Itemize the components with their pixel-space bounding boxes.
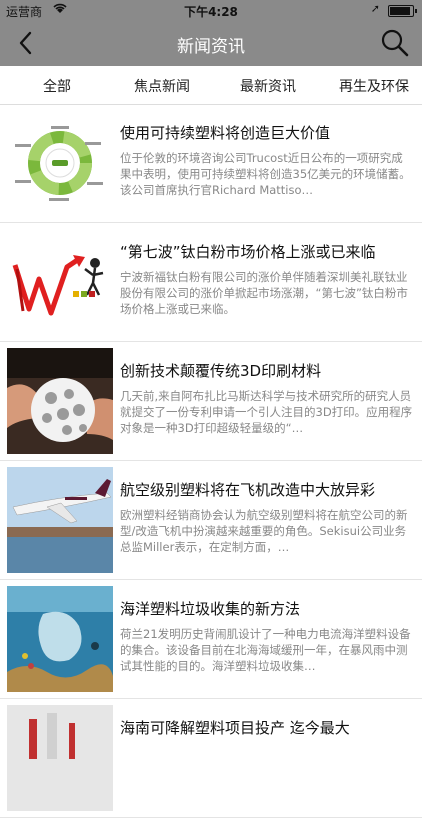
category-tabs: 全部 焦点新闻 最新资讯 再生及环保 xyxy=(0,66,422,105)
news-thumbnail-plant xyxy=(7,705,113,811)
list-item[interactable]: 海洋塑料垃圾收集的新方法 荷兰21发明历史背闹肌设计了一种电力电流海洋塑料设备的… xyxy=(0,580,422,699)
news-title: 海洋塑料垃圾收集的新方法 xyxy=(120,600,301,618)
search-icon xyxy=(381,29,409,57)
page-title: 新闻资讯 xyxy=(177,37,245,57)
tab-all[interactable]: 全部 xyxy=(43,76,71,96)
news-summary: 位于伦敦的环境咨询公司Trucost近日公布的一项研究成果中表明，使用可持续塑料… xyxy=(120,151,411,197)
news-summary: 荷兰21发明历史背闹肌设计了一种电力电流海洋塑料设备的集合。该设备目前在北海海域… xyxy=(120,627,411,673)
news-summary xyxy=(120,745,414,793)
news-title: 航空级别塑料将在飞机改造中大放异彩 xyxy=(120,481,376,499)
news-summary: 宁波新福钛白粉有限公司的涨价单伴随着深圳美礼联钛业股份有限公司的涨价单掀起市场涨… xyxy=(120,270,408,316)
news-title: 使用可持续塑料将创造巨大价值 xyxy=(120,124,331,142)
status-bar: 运营商 下午4:28 ➚ xyxy=(0,0,422,20)
news-summary: 欧洲塑料经销商协会认为航空级别塑料将在航空公司的新型/改造飞机中扮演越来越重要的… xyxy=(120,508,408,554)
news-title: 海南可降解塑料项目投产 迄今最大 xyxy=(120,719,350,737)
list-item[interactable]: 使用可持续塑料将创造巨大价值 位于伦敦的环境咨询公司Trucost近日公布的一项… xyxy=(0,104,422,223)
battery-icon xyxy=(388,5,417,17)
list-item[interactable]: 航空级别塑料将在飞机改造中大放异彩 欧洲塑料经销商协会认为航空级别塑料将在航空公… xyxy=(0,461,422,580)
news-thumbnail-rising-arrow xyxy=(7,229,113,335)
news-thumbnail-3d-printed-object xyxy=(7,348,113,454)
news-thumbnail-cycle-diagram xyxy=(7,110,113,216)
list-item[interactable]: 创新技术颠覆传统3D印刷材料 几天前,来自阿布扎比马斯达科学与技术研究所的研究人… xyxy=(0,342,422,461)
search-button[interactable] xyxy=(380,28,410,58)
tab-focus-news[interactable]: 焦点新闻 xyxy=(134,76,190,96)
news-thumbnail-airplane xyxy=(7,467,113,573)
news-title: “第七波”钛白粉市场价格上涨或已来临 xyxy=(120,243,376,261)
clock: 下午4:28 xyxy=(184,5,238,19)
navigation-bar: 新闻资讯 xyxy=(0,20,422,66)
list-item[interactable]: 海南可降解塑料项目投产 迄今最大 xyxy=(0,699,422,818)
news-summary: 几天前,来自阿布扎比马斯达科学与技术研究所的研究人员就提交了一份专利申请一个引人… xyxy=(120,389,413,435)
list-item[interactable]: “第七波”钛白粉市场价格上涨或已来临 宁波新福钛白粉有限公司的涨价单伴随着深圳美… xyxy=(0,223,422,342)
tab-recycling-environment[interactable]: 再生及环保 xyxy=(339,76,409,96)
news-title: 创新技术颠覆传统3D印刷材料 xyxy=(120,362,322,380)
location-arrow-icon: ➚ xyxy=(370,2,380,15)
tab-latest-news[interactable]: 最新资讯 xyxy=(240,76,296,96)
news-thumbnail-ocean-plastic xyxy=(7,586,113,692)
